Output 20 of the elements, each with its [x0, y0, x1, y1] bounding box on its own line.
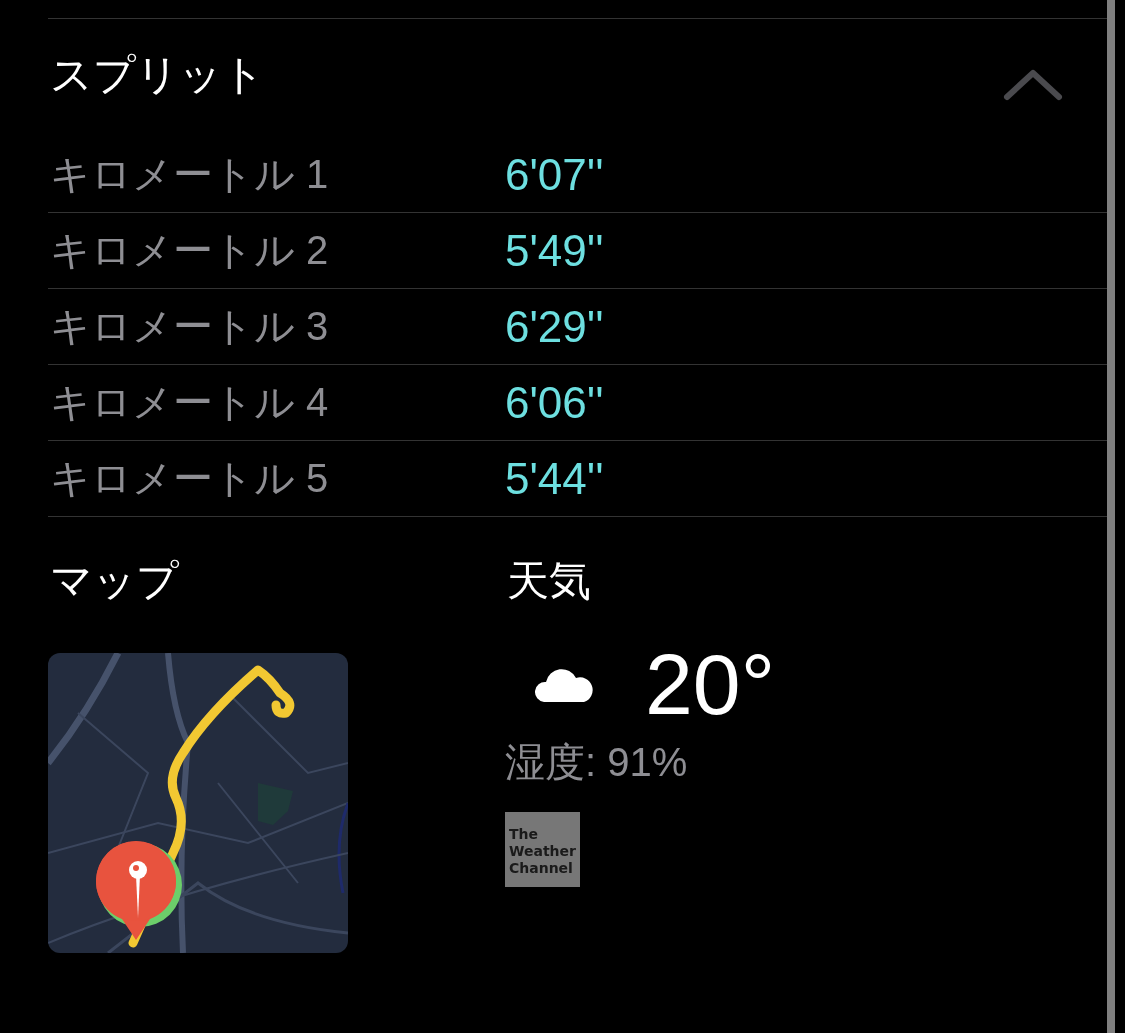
section-title: マップ — [49, 556, 180, 606]
section-title: スプリット — [49, 50, 265, 100]
split-label: キロメートル 3 — [49, 303, 330, 350]
temperature: 20° — [645, 634, 776, 734]
collapse-button[interactable] — [1003, 67, 1063, 101]
map-pin-icon — [96, 841, 182, 940]
provider-logo: The Weather Channel — [505, 812, 580, 887]
split-pace: 5'49'' — [505, 225, 604, 276]
split-label: キロメートル 5 — [49, 455, 330, 502]
section-title: 天気 — [506, 556, 592, 606]
split-label: キロメートル 2 — [49, 227, 330, 274]
split-pace: 6'06'' — [505, 377, 604, 428]
humidity-text: 湿度: 91% — [505, 739, 689, 786]
split-pace: 5'44'' — [505, 453, 604, 504]
cloud-icon — [534, 666, 594, 702]
split-label: キロメートル 1 — [49, 151, 330, 198]
scrollbar[interactable] — [1107, 0, 1115, 1033]
split-pace: 6'29'' — [505, 301, 604, 352]
split-label: キロメートル 4 — [49, 379, 330, 426]
split-pace: 6'07'' — [505, 149, 604, 200]
